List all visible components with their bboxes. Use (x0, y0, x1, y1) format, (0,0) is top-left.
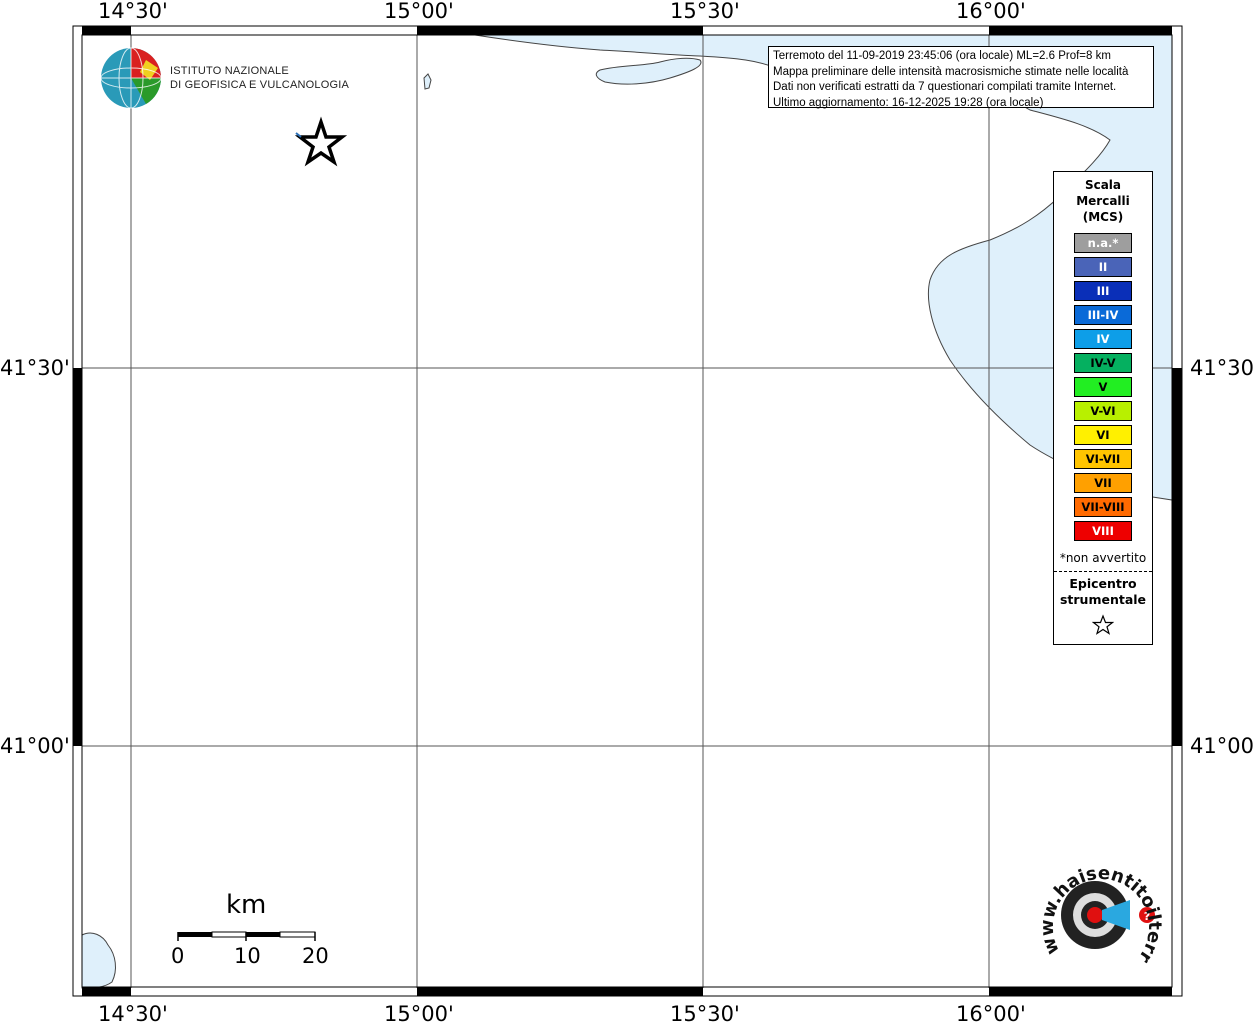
ingv-logo-text: ISTITUTO NAZIONALE DI GEOFISICA E VULCAN… (170, 64, 349, 92)
footer-logo-text: www.haisentitoilterremoto.it (0, 0, 1165, 967)
legend-item: VI-VII (1074, 449, 1132, 469)
legend-title-3: (MCS) (1082, 210, 1124, 224)
legend-item: III (1074, 281, 1132, 301)
lat-label-left-4100: 41°00' (0, 734, 70, 758)
map-frame-outer (72, 25, 1183, 997)
lat-label-right-4100: 41°00' (1190, 734, 1255, 758)
islet-small (423, 73, 432, 90)
legend-note: *non avvertito (1059, 551, 1147, 565)
mcs-legend: Scala Mercalli (MCS) n.a.* II III III-IV IV I… (1053, 171, 1153, 645)
info-line-4: Ultimo aggiornamento: 16-12-2025 19:28 (… (773, 96, 1044, 109)
sea-southwest (81, 932, 116, 989)
scale-bar (177, 931, 316, 941)
legend-item: VIII (1074, 521, 1132, 541)
legend-epicenter-line2: strumentale (1059, 592, 1147, 607)
legend-item: IV (1074, 329, 1132, 349)
lon-label-top-1500: 15°00' (384, 0, 454, 23)
legend-item: III-IV (1074, 305, 1132, 325)
legend-items: n.a.* II III III-IV IV IV-V V V-VI VI VI-VII VII VI… (1054, 233, 1152, 541)
info-line-1: Terremoto del 11-09-2019 23:45:06 (ora l… (773, 50, 1111, 62)
epicenter-star-icon (294, 116, 348, 167)
lon-label-bottom-1500: 15°00' (384, 1002, 454, 1026)
legend-item: IV-V (1074, 353, 1132, 373)
lon-label-bottom-1530: 15°30' (670, 1002, 740, 1026)
ingv-globe-icon (100, 47, 162, 109)
map-frame-inner (81, 34, 1173, 988)
legend-item: II (1074, 257, 1132, 277)
lon-label-top-1530: 15°30' (670, 0, 740, 23)
svg-text:www.haisentitoilterremoto.it: www.haisentitoilterremoto.it (0, 0, 1165, 967)
legend-item: n.a.* (1074, 233, 1132, 253)
scale-tick-10: 10 (234, 944, 261, 968)
legend-title-2: Mercalli (1076, 194, 1130, 208)
island-east (595, 57, 702, 85)
legend-title-1: Scala (1084, 178, 1122, 192)
lon-label-bottom-1600: 16°00' (956, 1002, 1026, 1026)
scale-tick-0: 0 (171, 944, 185, 968)
legend-item: VI (1074, 425, 1132, 445)
lat-label-right-4130: 41°30' (1190, 356, 1255, 380)
legend-item: V-VI (1074, 401, 1132, 421)
legend-item: VII-VIII (1074, 497, 1132, 517)
ingv-line2: DI GEOFISICA E VULCANOLOGIA (170, 79, 349, 91)
legend-item: VII (1074, 473, 1132, 493)
earthquake-info-box: Terremoto del 11-09-2019 23:45:06 (ora l… (768, 46, 1154, 109)
info-line-2: Mappa preliminare delle intensità macros… (773, 65, 1129, 78)
lon-label-top-1430: 14°30' (98, 0, 168, 23)
legend-divider (1054, 571, 1152, 572)
lon-label-top-1600: 16°00' (956, 0, 1026, 23)
scale-unit: km (226, 890, 267, 920)
legend-item: V (1074, 377, 1132, 397)
lon-label-bottom-1430: 14°30' (98, 1002, 168, 1026)
haisentito-logo-icon: ? www.haisentitoilterremoto.it (0, 0, 1165, 967)
frame-checker (73, 26, 1182, 996)
legend-star-icon (1054, 614, 1152, 640)
legend-title: Scala Mercalli (MCS) (1054, 177, 1152, 225)
legend-epicenter-title: Epicentro strumentale (1054, 576, 1152, 608)
scale-tick-20: 20 (302, 944, 329, 968)
info-line-3: Dati non verificati estratti da 7 questi… (773, 81, 1117, 93)
legend-epicenter-line1: Epicentro (1069, 576, 1137, 591)
ingv-line1: ISTITUTO NAZIONALE (170, 65, 289, 77)
lat-label-left-4130: 41°30' (0, 356, 70, 380)
